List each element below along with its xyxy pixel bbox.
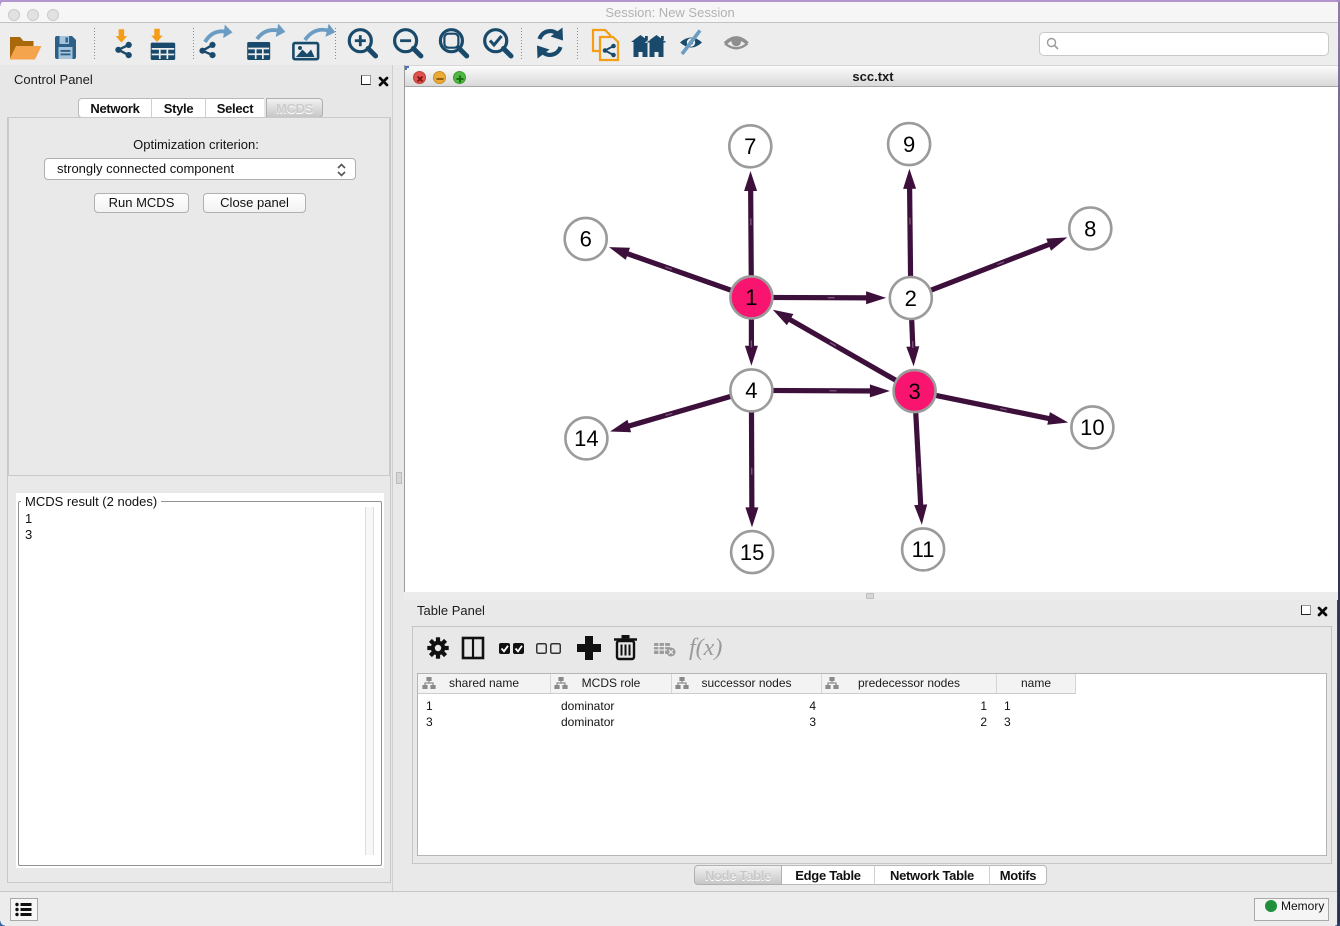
svg-text:6: 6 [580,227,592,252]
svg-text:3: 3 [908,379,920,404]
svg-text:1: 1 [745,285,757,310]
svg-text:f(x): f(x) [689,635,722,661]
svg-text:4: 4 [745,378,757,403]
svg-text:7: 7 [744,134,756,159]
svg-text:8: 8 [1084,216,1096,241]
svg-text:2: 2 [905,286,917,311]
svg-text:14: 14 [574,426,598,451]
svg-text:15: 15 [740,540,764,565]
svg-text:9: 9 [903,132,915,157]
svg-text:11: 11 [912,537,935,562]
svg-text:10: 10 [1080,415,1104,440]
